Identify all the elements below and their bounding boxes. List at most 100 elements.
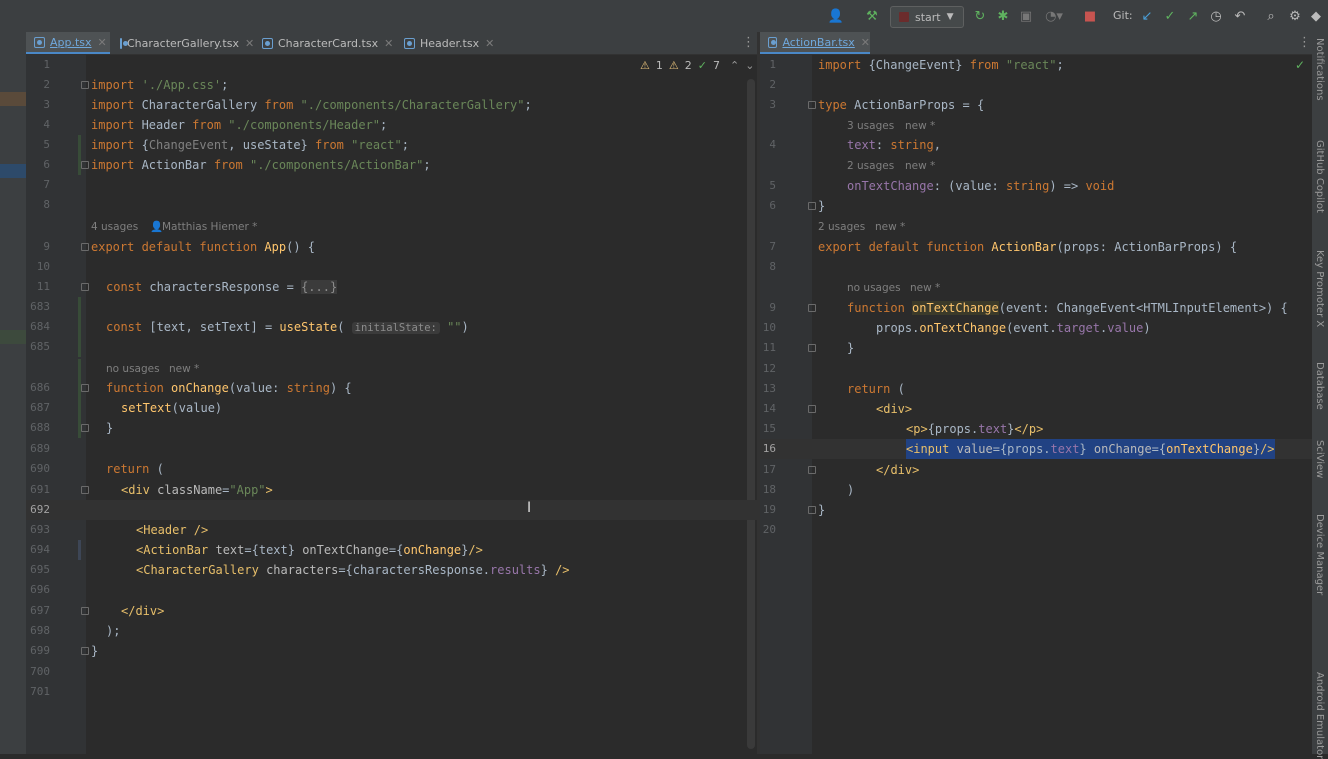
new-hint: new * bbox=[169, 363, 200, 375]
settings-icon[interactable]: ⚙ bbox=[1285, 6, 1305, 26]
close-icon[interactable]: ✕ bbox=[861, 36, 870, 49]
debug-icon[interactable]: ✱ bbox=[993, 6, 1013, 26]
usages-hint[interactable]: no usages bbox=[847, 278, 901, 298]
tab-label: App.tsx bbox=[50, 35, 92, 49]
code-line: 17 </div> bbox=[762, 463, 920, 477]
code-line: 685 bbox=[26, 337, 757, 357]
fold-icon[interactable] bbox=[81, 607, 89, 615]
code-line: 11 } bbox=[762, 341, 855, 355]
chevron-down-icon[interactable]: ⌄ bbox=[745, 59, 754, 72]
fold-icon[interactable] bbox=[808, 304, 816, 312]
fold-icon[interactable] bbox=[808, 202, 816, 210]
close-icon[interactable]: ✕ bbox=[384, 37, 393, 50]
code-line: 8 bbox=[43, 198, 50, 211]
fold-icon[interactable] bbox=[81, 81, 89, 89]
fold-icon[interactable] bbox=[808, 405, 816, 413]
code-line: 1 import {ChangeEvent} from "react"; bbox=[769, 58, 1064, 72]
code-line: 688 } bbox=[26, 418, 757, 438]
fold-icon[interactable] bbox=[81, 424, 89, 432]
device-manager-tool[interactable]: Device Manager bbox=[1314, 514, 1325, 595]
fold-icon[interactable] bbox=[81, 384, 89, 392]
run-config-selector[interactable]: start ▼ bbox=[890, 6, 964, 28]
more-tabs-icon[interactable]: ⋮ bbox=[1298, 35, 1311, 50]
tab-charactercard-tsx[interactable]: CharacterCard.tsx ✕ bbox=[254, 32, 394, 54]
check-icon[interactable]: ✓ bbox=[1295, 58, 1305, 72]
chevron-up-icon[interactable]: ⌃ bbox=[730, 59, 739, 72]
rerun-icon[interactable]: ↻ bbox=[970, 6, 990, 26]
more-tabs-icon[interactable]: ⋮ bbox=[742, 35, 755, 50]
usages-hint[interactable]: 2 usages bbox=[847, 156, 894, 176]
fold-icon[interactable] bbox=[808, 506, 816, 514]
chevron-down-icon: ▼ bbox=[946, 12, 954, 22]
usages-hint[interactable]: 4 usages bbox=[91, 217, 138, 237]
code-line: 695 <CharacterGallery characters={charac… bbox=[30, 563, 570, 577]
tab-label: ActionBar.tsx bbox=[782, 35, 855, 49]
tab-app-tsx[interactable]: App.tsx ✕ bbox=[26, 32, 110, 54]
database-tool[interactable]: Database bbox=[1314, 362, 1325, 410]
close-icon[interactable]: ✕ bbox=[485, 37, 494, 50]
code-line: 686 function onChange(value: string) { bbox=[26, 378, 757, 398]
code-line: 7 bbox=[43, 178, 50, 191]
code-line: 691 <div className="App"> bbox=[30, 483, 273, 497]
right-editor[interactable]: 1 import {ChangeEvent} from "react"; 2 3… bbox=[760, 55, 1312, 754]
tab-label: Header.tsx bbox=[420, 36, 480, 50]
left-editor[interactable]: 1 2 import './App.css'; 3 import Charact… bbox=[26, 55, 757, 754]
fold-icon[interactable] bbox=[808, 101, 816, 109]
author-hint[interactable]: Matthias Hiemer * bbox=[162, 217, 257, 237]
search-icon[interactable]: ⌕ bbox=[1261, 6, 1281, 26]
code-line: 9 function onTextChange(event: ChangeEve… bbox=[769, 301, 1288, 315]
fold-icon[interactable] bbox=[81, 647, 89, 655]
code-line: 14 <div> bbox=[762, 402, 913, 416]
tab-charactergallery-tsx[interactable]: CharacterGallery.tsx ✕ bbox=[112, 32, 254, 54]
rollback-icon[interactable]: ↶ bbox=[1231, 6, 1249, 26]
tsx-file-icon bbox=[120, 37, 128, 49]
fold-icon[interactable] bbox=[81, 243, 89, 251]
vcs-update-icon[interactable]: ↙ bbox=[1138, 6, 1156, 26]
code-line: 20 bbox=[762, 523, 776, 536]
inspection-widget[interactable]: ⚠ 1 ⚠ 2 ✓ 7 ⌃ ⌄ bbox=[640, 59, 754, 72]
right-tab-bar: ActionBar.tsx ✕ bbox=[760, 32, 1312, 55]
code-line: 701 bbox=[30, 685, 50, 698]
history-icon[interactable]: ◷ bbox=[1207, 6, 1225, 26]
github-copilot-tool[interactable]: GitHub Copilot bbox=[1314, 140, 1325, 213]
left-tool-strip bbox=[0, 32, 27, 754]
fold-icon[interactable] bbox=[808, 344, 816, 352]
tab-label: CharacterCard.tsx bbox=[278, 36, 379, 50]
usages-hint[interactable]: no usages bbox=[106, 359, 160, 379]
code-line: 2 import './App.css'; bbox=[43, 78, 229, 92]
weak-warning-icon: ⚠ bbox=[668, 59, 679, 72]
fold-icon[interactable] bbox=[81, 283, 89, 291]
android-emulator-tool[interactable]: Android Emulator bbox=[1314, 672, 1325, 759]
code-line: 687 setText(value) bbox=[26, 398, 757, 418]
ide-logo-icon[interactable]: ◆ bbox=[1306, 6, 1326, 26]
user-icon[interactable]: 👤 bbox=[826, 6, 846, 26]
current-code-line: 16 <input value={props.text} onChange={o… bbox=[760, 439, 1312, 459]
stop-icon[interactable]: ■ bbox=[1080, 6, 1100, 26]
code-line: 10 props.onTextChange(event.target.value… bbox=[762, 321, 1151, 335]
notifications-tool[interactable]: Notifications bbox=[1314, 38, 1325, 101]
current-code-line: 692 bbox=[26, 500, 757, 520]
code-line: 697 </div> bbox=[30, 604, 165, 618]
fold-icon[interactable] bbox=[81, 486, 89, 494]
close-icon[interactable]: ✕ bbox=[245, 37, 254, 50]
vcs-commit-icon[interactable]: ✓ bbox=[1161, 6, 1179, 26]
fold-icon[interactable] bbox=[81, 161, 89, 169]
vcs-push-icon[interactable]: ↗ bbox=[1184, 6, 1202, 26]
code-line: 3 import CharacterGallery from "./compon… bbox=[43, 98, 532, 112]
fold-icon[interactable] bbox=[808, 466, 816, 474]
coverage-icon[interactable]: ▣ bbox=[1016, 6, 1036, 26]
code-line: 19 } bbox=[762, 503, 826, 517]
usages-hint[interactable]: 2 usages bbox=[818, 217, 865, 237]
usages-hint[interactable]: 3 usages bbox=[847, 116, 894, 136]
sciview-tool[interactable]: SciView bbox=[1314, 440, 1325, 478]
tab-actionbar-tsx[interactable]: ActionBar.tsx ✕ bbox=[760, 32, 870, 54]
code-line: 3 type ActionBarProps = { bbox=[769, 98, 985, 112]
left-tab-bar: App.tsx ✕ CharacterGallery.tsx ✕ Charact… bbox=[26, 32, 757, 55]
key-promoter-tool[interactable]: Key Promoter X bbox=[1314, 250, 1325, 327]
tab-header-tsx[interactable]: Header.tsx ✕ bbox=[396, 32, 496, 54]
profiler-icon[interactable]: ◔▾ bbox=[1040, 6, 1068, 26]
tsx-file-icon bbox=[404, 37, 415, 49]
code-line: 683 bbox=[26, 297, 757, 317]
close-icon[interactable]: ✕ bbox=[98, 36, 107, 49]
hammer-icon[interactable]: ⚒ bbox=[862, 6, 882, 26]
